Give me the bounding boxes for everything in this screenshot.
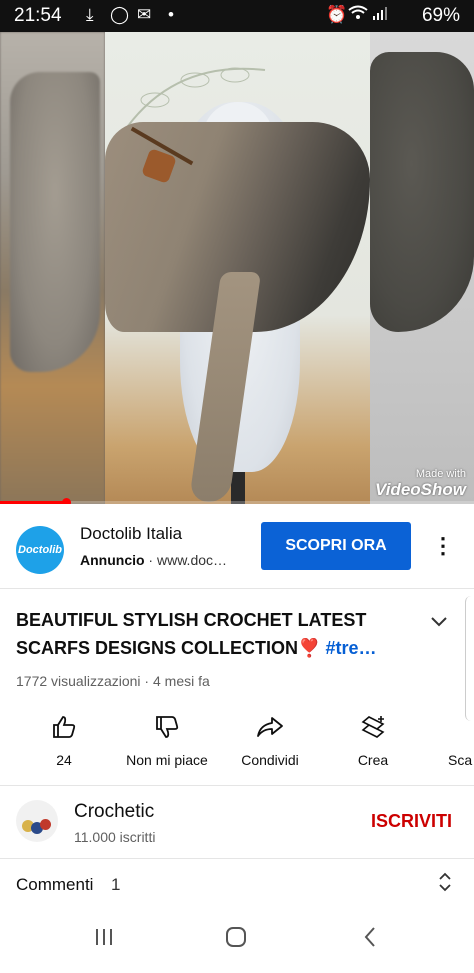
comments-count: 1 xyxy=(111,875,121,894)
advertiser-logo: Doctolib xyxy=(16,526,64,574)
dislike-label: Non mi piace xyxy=(126,752,208,768)
home-icon[interactable] xyxy=(216,926,256,955)
subscribe-button[interactable]: ISCRIVITI xyxy=(365,810,458,833)
expand-comments-icon[interactable] xyxy=(438,872,452,897)
more-vert-icon[interactable]: ⋮ xyxy=(432,532,454,560)
create-button[interactable]: Crea xyxy=(346,714,400,768)
clock: 21:54 xyxy=(14,5,62,26)
battery-level: 69% xyxy=(421,5,460,26)
expand-description-icon[interactable] xyxy=(430,612,448,633)
save-icon xyxy=(448,714,474,740)
thumbs-up-icon xyxy=(38,714,90,740)
back-icon[interactable] xyxy=(350,926,390,955)
ad-domain: www.doc… xyxy=(157,552,228,568)
save-label: Sca xyxy=(448,752,473,768)
system-nav-bar xyxy=(0,910,474,973)
watermark-small: Made with xyxy=(415,468,466,480)
save-button[interactable]: Sca xyxy=(448,714,474,768)
video-player[interactable]: Made with VideoShow xyxy=(0,32,474,504)
video-title-text: BEAUTIFUL STYLISH CROCHET LATEST SCARFS … xyxy=(16,610,367,658)
subscriber-count: 11.000 iscritti xyxy=(74,829,156,845)
hashtag-link[interactable]: #tre… xyxy=(325,638,376,658)
whatsapp-icon: ◯ xyxy=(110,5,130,24)
download-icon: ⤓ xyxy=(86,5,94,24)
alarm-icon: ⏰ xyxy=(326,5,348,24)
upload-age: 4 mesi fa xyxy=(152,673,210,689)
wifi-icon xyxy=(348,5,368,26)
ad-banner[interactable]: Doctolib Doctolib Italia Annuncio · www.… xyxy=(0,504,474,589)
channel-avatar[interactable] xyxy=(16,800,58,842)
dot-icon: • xyxy=(168,5,174,24)
ad-label: Annuncio xyxy=(80,552,145,568)
video-blur-right xyxy=(370,32,474,504)
advertiser-name: Doctolib Italia xyxy=(80,524,183,543)
view-count: 1772 visualizzazioni xyxy=(16,673,141,689)
mail-icon: ✉ xyxy=(137,5,152,24)
like-count: 24 xyxy=(56,752,72,768)
ad-meta: Annuncio · www.doc… xyxy=(80,552,228,568)
comments-label: Commenti xyxy=(16,875,94,894)
create-icon xyxy=(346,714,400,740)
scrollbar[interactable] xyxy=(465,596,474,721)
video-frame xyxy=(105,32,370,504)
video-meta: 1772 visualizzazioni · 4 mesi fa xyxy=(16,673,210,689)
thumbs-down-icon xyxy=(116,714,218,740)
video-title[interactable]: BEAUTIFUL STYLISH CROCHET LATEST SCARFS … xyxy=(16,606,408,662)
create-label: Crea xyxy=(357,752,389,768)
video-blur-left xyxy=(0,32,105,504)
recent-apps-icon[interactable] xyxy=(84,926,124,954)
watermark-brand: VideoShow xyxy=(375,480,466,499)
share-label: Condividi xyxy=(241,752,299,768)
channel-row[interactable]: Crochetic 11.000 iscritti ISCRIVITI xyxy=(0,785,474,859)
comments-section[interactable]: Commenti 1 xyxy=(0,858,474,910)
status-bar: 21:54 ⤓ ◯ ✉ • ⏰ 69% xyxy=(0,0,474,32)
share-button[interactable]: Condividi xyxy=(232,714,308,768)
share-icon xyxy=(232,714,308,740)
dislike-button[interactable]: Non mi piace xyxy=(116,714,218,768)
signal-icon xyxy=(372,5,388,26)
ad-cta-button[interactable]: SCOPRI ORA xyxy=(261,522,411,570)
watermark: Made with VideoShow xyxy=(375,468,466,500)
channel-name[interactable]: Crochetic xyxy=(74,801,154,823)
mannequin-stand xyxy=(231,472,245,504)
like-button[interactable]: 24 xyxy=(38,714,90,768)
action-bar: 24 Non mi piace Condividi Crea Sca xyxy=(0,704,474,784)
